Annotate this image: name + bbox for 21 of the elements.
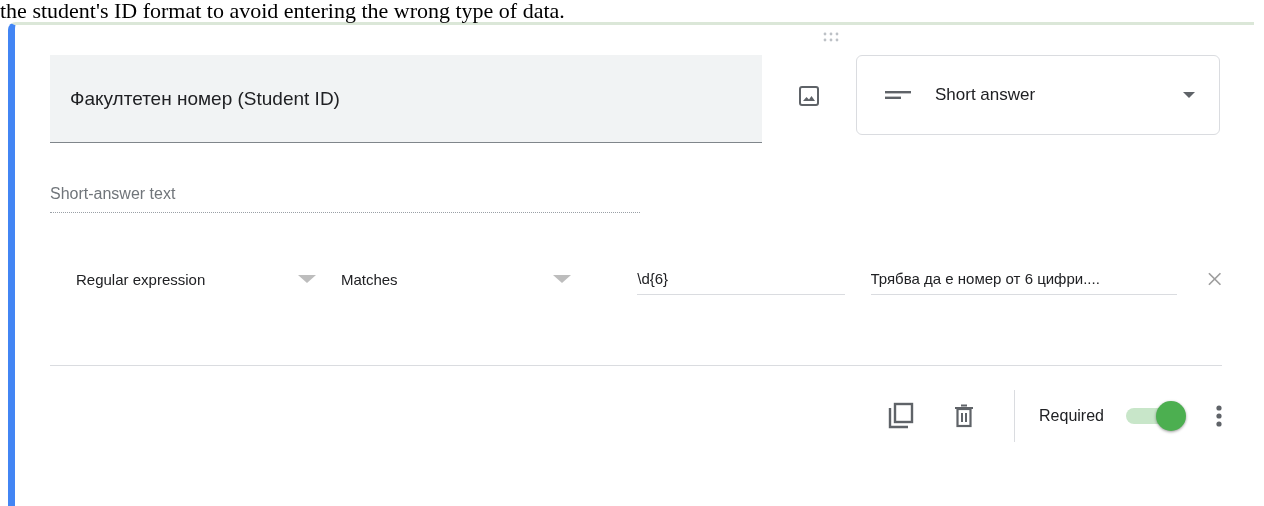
error-text-field[interactable]: Трябва да е номер от 6 цифри.... bbox=[870, 263, 1177, 295]
question-type-dropdown[interactable]: Short answer bbox=[856, 55, 1220, 135]
question-title-field[interactable]: Факултетен номер (Student ID) bbox=[50, 55, 762, 143]
short-text-icon bbox=[885, 90, 911, 100]
intro-text: the student's ID format to avoid entering the wrong type of data. bbox=[0, 0, 566, 22]
caret-icon bbox=[1183, 92, 1195, 98]
close-icon[interactable] bbox=[1206, 271, 1222, 287]
duplicate-icon[interactable] bbox=[888, 402, 915, 430]
more-icon[interactable] bbox=[1216, 405, 1222, 427]
condition-dropdown[interactable]: Matches bbox=[340, 263, 572, 295]
delete-icon[interactable] bbox=[954, 404, 975, 428]
drag-handle-icon[interactable] bbox=[822, 32, 840, 42]
caret-icon bbox=[297, 275, 316, 283]
answer-field[interactable]: Short-answer text bbox=[50, 183, 640, 213]
validation-type-dropdown[interactable]: Regular expression bbox=[76, 263, 316, 295]
required-label: Required bbox=[1039, 407, 1104, 425]
caret-icon bbox=[553, 275, 572, 283]
required-toggle[interactable] bbox=[1126, 401, 1188, 431]
image-icon[interactable] bbox=[798, 85, 820, 107]
pattern-field[interactable]: \d{6} bbox=[637, 263, 845, 295]
question-type-label: Short answer bbox=[935, 85, 1037, 105]
